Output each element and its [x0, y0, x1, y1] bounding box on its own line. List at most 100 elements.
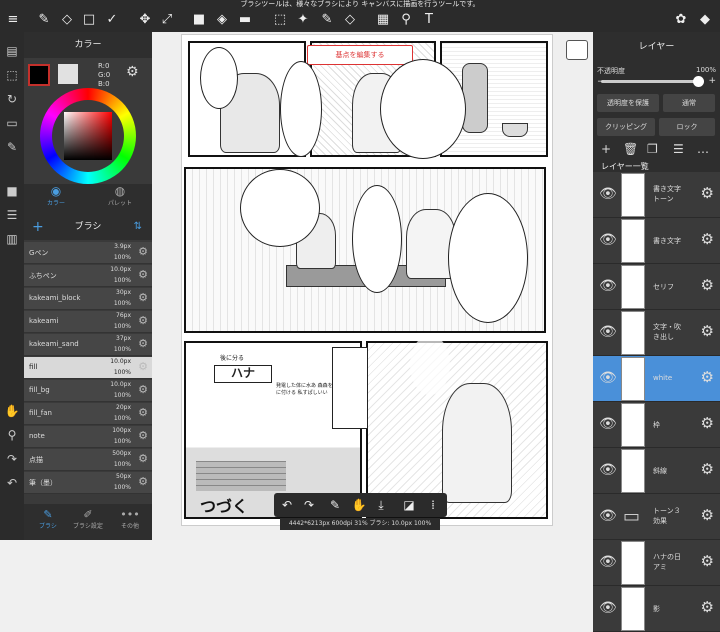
brush-quick-icon[interactable]: ✎	[326, 496, 344, 514]
fit-screen-icon[interactable]: ◪	[400, 496, 418, 514]
visibility-eye-icon[interactable]: 👁	[599, 416, 617, 432]
layer-gear-icon[interactable]: ⚙	[701, 506, 714, 524]
layer-row[interactable]: 👁 影 ⚙	[593, 586, 720, 632]
visibility-eye-icon[interactable]: 👁	[599, 370, 617, 386]
bucket-tool-icon[interactable]: ◈	[213, 11, 231, 29]
tab-palette[interactable]: ◍ パレット	[88, 184, 152, 214]
brush-gear-icon[interactable]: ⚙	[138, 429, 148, 442]
correction-pen-icon[interactable]: ✓	[103, 11, 121, 29]
select-eraser-icon[interactable]: ◇	[341, 11, 359, 29]
brush-gear-icon[interactable]: ⚙	[138, 406, 148, 419]
tone-icon[interactable]: ▥	[3, 230, 21, 248]
visibility-eye-icon[interactable]: 👁	[599, 278, 617, 294]
magic-wand-icon[interactable]: ✦	[294, 11, 312, 29]
layer-gear-icon[interactable]: ⚙	[701, 460, 714, 478]
undo-icon[interactable]: ↶	[278, 496, 296, 514]
fill-color-icon[interactable]: ■	[190, 11, 208, 29]
layer-gear-icon[interactable]: ⚙	[701, 184, 714, 202]
clipping-button[interactable]: クリッピング	[597, 118, 655, 136]
color-panel-icon[interactable]: ■	[3, 182, 21, 200]
lock-button[interactable]: ロック	[659, 118, 715, 136]
sort-icon[interactable]: ⇅	[134, 214, 142, 240]
brush-tool-icon[interactable]: ✎	[35, 11, 53, 29]
layer-row[interactable]: 👁 white ⚙	[593, 356, 720, 402]
duplicate-layer-icon[interactable]: ❐	[647, 142, 658, 156]
hand-icon[interactable]: ✋	[350, 496, 368, 514]
layer-gear-icon[interactable]: ⚙	[701, 322, 714, 340]
brush-item[interactable]: kakeami_sand 37px 100% ⚙	[24, 334, 152, 356]
layer-more-icon[interactable]: …	[697, 142, 709, 156]
layer-gear-icon[interactable]: ⚙	[701, 414, 714, 432]
background-swatch[interactable]	[58, 64, 78, 84]
gradient-tool-icon[interactable]: ▬	[236, 11, 254, 29]
grid-icon[interactable]: ⁞	[424, 496, 442, 514]
eraser-tool-icon[interactable]: ◇	[58, 11, 76, 29]
brush-gear-icon[interactable]: ⚙	[138, 360, 148, 373]
redo-icon[interactable]: ↷	[3, 450, 21, 468]
layer-gear-icon[interactable]: ⚙	[701, 598, 714, 616]
select-tool-icon[interactable]: ⬚	[271, 11, 289, 29]
layer-row[interactable]: 👁 斜線 ⚙	[593, 448, 720, 494]
brush-gear-icon[interactable]: ⚙	[138, 245, 148, 258]
visibility-eye-icon[interactable]: 👁	[599, 186, 617, 202]
rect-tool-icon[interactable]: □	[80, 11, 98, 29]
add-brush-icon[interactable]: +	[32, 214, 44, 240]
menu-icon[interactable]: ≡	[4, 11, 22, 29]
tab-brush-settings[interactable]: ✐ ブラシ設定	[70, 508, 106, 530]
layer-row[interactable]: 👁 セリフ ⚙	[593, 264, 720, 310]
hand-icon[interactable]: ✋	[3, 402, 21, 420]
rotate-icon[interactable]: ↻	[3, 90, 21, 108]
tab-brush[interactable]: ✎ ブラシ	[30, 508, 66, 530]
manga-page[interactable]: 基点を編集する ハナ 後に分る 発電した体に水あ 森森を考す 名前に付ける 私す…	[181, 34, 553, 526]
brush-item[interactable]: note 100px 100% ⚙	[24, 426, 152, 448]
materials-icon[interactable]: ✿	[672, 11, 690, 29]
visibility-eye-icon[interactable]: 👁	[599, 324, 617, 340]
layer-row[interactable]: 👁 書き文字 ⚙	[593, 218, 720, 264]
brush-item[interactable]: fill_bg 10.0px 100% ⚙	[24, 380, 152, 402]
hue-wheel[interactable]	[40, 88, 136, 184]
opacity-slider-thumb[interactable]	[693, 76, 704, 87]
select-pen-icon[interactable]: ✎	[318, 11, 336, 29]
navigator-icon[interactable]	[566, 40, 588, 60]
blend-mode-button[interactable]: 通常	[663, 94, 715, 112]
add-layer-icon[interactable]: +	[601, 142, 611, 156]
brush-gear-icon[interactable]: ⚙	[138, 383, 148, 396]
brush-gear-icon[interactable]: ⚙	[138, 475, 148, 488]
tab-color[interactable]: ◉ カラー	[24, 184, 88, 214]
delete-layer-icon[interactable]: 🗑	[623, 142, 638, 156]
visibility-eye-icon[interactable]: 👁	[599, 462, 617, 478]
layer-row[interactable]: 👁 ハナの日アミ ⚙	[593, 540, 720, 586]
brush-list-icon[interactable]: ☰	[3, 206, 21, 224]
tab-other[interactable]: ••• その他	[112, 508, 148, 530]
visibility-eye-icon[interactable]: 👁	[599, 600, 617, 616]
layer-row[interactable]: 👁 枠 ⚙	[593, 402, 720, 448]
brush-item[interactable]: 点描 500px 100% ⚙	[24, 449, 152, 471]
plus-icon[interactable]: +	[708, 76, 716, 86]
move-tool-icon[interactable]: ✥	[136, 11, 154, 29]
brush-item[interactable]: 筆（墨） 50px 100% ⚙	[24, 472, 152, 494]
redo-icon[interactable]: ↷	[300, 496, 318, 514]
protect-alpha-button[interactable]: 透明度を保護	[597, 94, 659, 112]
transform-tool-icon[interactable]: ⤢	[158, 11, 176, 29]
layer-gear-icon[interactable]: ⚙	[701, 230, 714, 248]
visibility-eye-icon[interactable]: 👁	[599, 508, 617, 524]
brush-item[interactable]: kakeami_block 30px 100% ⚙	[24, 288, 152, 310]
dropper-icon[interactable]: ⚲	[3, 426, 21, 444]
eyedropper-icon[interactable]: ⚲	[397, 11, 415, 29]
import-icon[interactable]: ⤓	[372, 496, 390, 514]
gallery-icon[interactable]: ▤	[3, 42, 21, 60]
layer-gear-icon[interactable]: ⚙	[701, 368, 714, 386]
edit-anchor-button[interactable]: 基点を編集する	[307, 45, 413, 65]
brush-gear-icon[interactable]: ⚙	[138, 268, 148, 281]
brush-item[interactable]: kakeami 76px 100% ⚙	[24, 311, 152, 333]
brush-gear-icon[interactable]: ⚙	[138, 452, 148, 465]
brush-gear-icon[interactable]: ⚙	[138, 314, 148, 327]
saturation-square[interactable]	[64, 112, 112, 160]
layers-icon[interactable]: ◆	[696, 11, 714, 29]
ruler-icon[interactable]: ▭	[3, 114, 21, 132]
undo-icon[interactable]: ↶	[3, 474, 21, 492]
layer-row[interactable]: 👁 ▭ トーン３効果 ⚙	[593, 494, 720, 540]
brush-gear-icon[interactable]: ⚙	[138, 291, 148, 304]
minus-icon[interactable]: −	[597, 77, 605, 87]
brush-item[interactable]: Gペン 3.9px 100% ⚙	[24, 242, 152, 264]
